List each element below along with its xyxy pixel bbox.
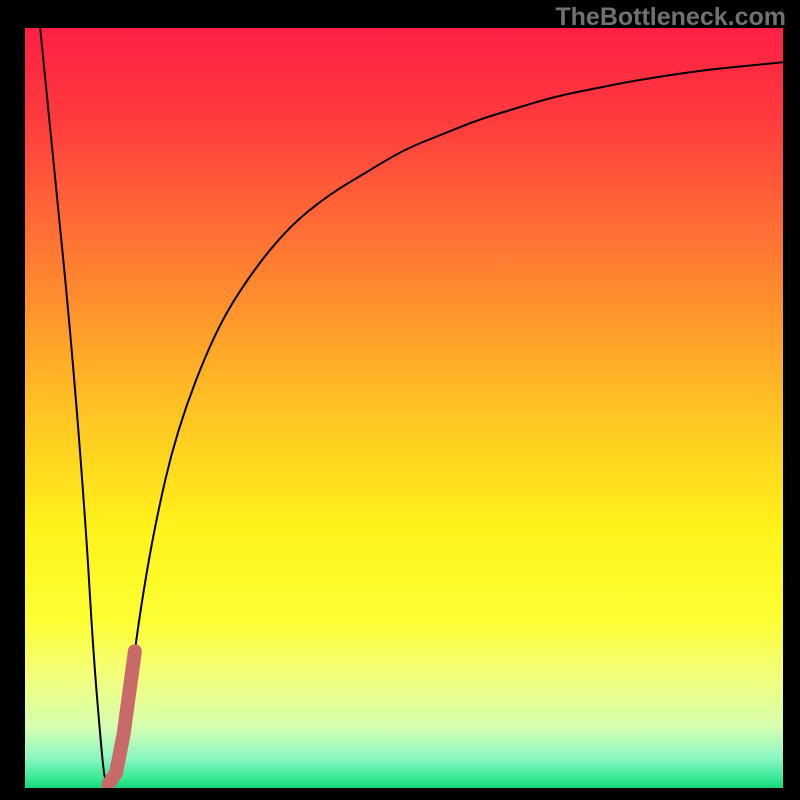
highlight-segment-path [108,651,134,784]
bottleneck-curve-path [40,28,783,783]
plot-area [25,28,783,788]
watermark-text: TheBottleneck.com [555,3,786,32]
chart-frame: { "watermark": { "text": "TheBottleneck.… [0,0,800,800]
curve-layer [25,28,783,788]
